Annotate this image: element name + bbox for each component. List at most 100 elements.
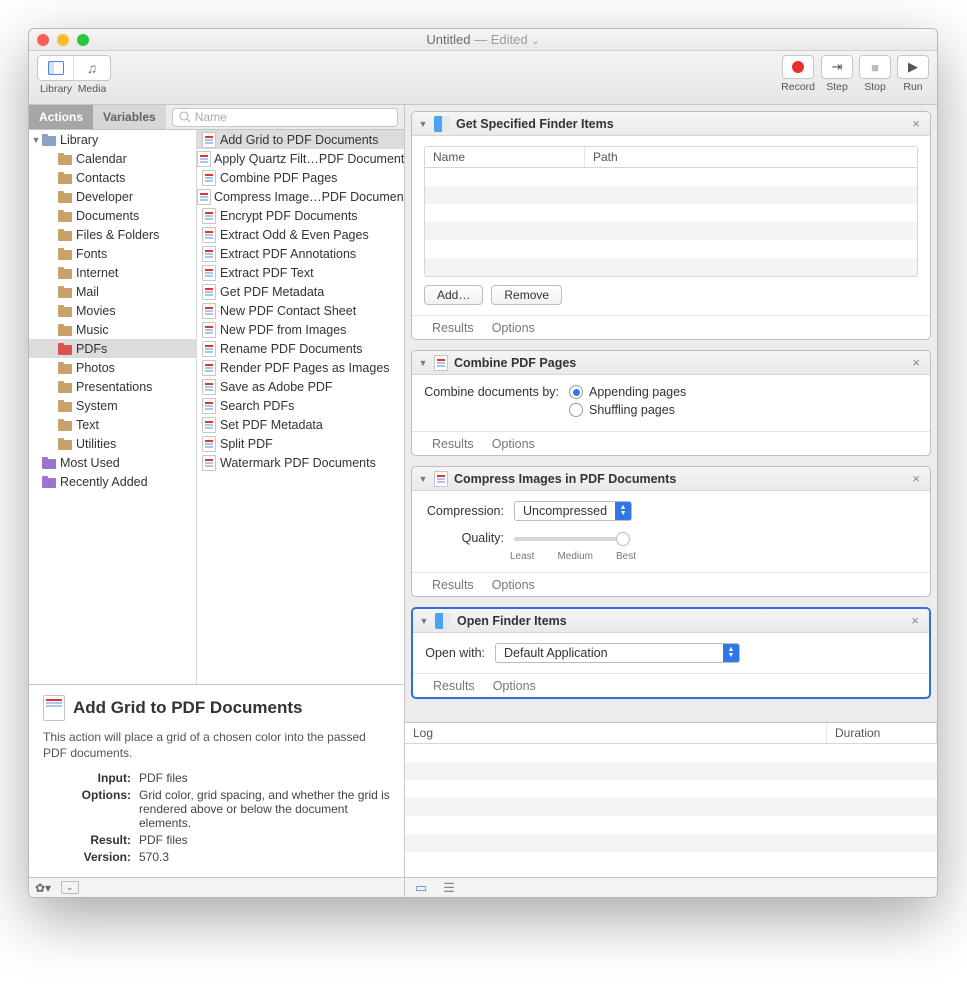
library-row[interactable]: Documents bbox=[29, 206, 196, 225]
action-list-row[interactable]: Split PDF bbox=[197, 434, 404, 453]
workflow-action-compress-images[interactable]: ▼ Compress Images in PDF Documents × Com… bbox=[411, 466, 931, 597]
add-button[interactable]: Add… bbox=[424, 285, 483, 305]
toggle-info-button[interactable]: ⌄ bbox=[61, 881, 79, 894]
stop-button[interactable]: ■ bbox=[859, 55, 891, 79]
action-list-row[interactable]: Apply Quartz Filt…PDF Documents bbox=[197, 149, 404, 168]
radio-shuffling[interactable] bbox=[569, 403, 583, 417]
log-col-duration[interactable]: Duration bbox=[827, 723, 937, 743]
library-toggle-button[interactable] bbox=[38, 56, 74, 80]
library-row[interactable]: PDFs bbox=[29, 339, 196, 358]
radio-appending[interactable] bbox=[569, 385, 583, 399]
quality-slider[interactable] bbox=[514, 537, 624, 541]
library-row[interactable]: Text bbox=[29, 415, 196, 434]
finder-items-table[interactable]: Name Path bbox=[424, 146, 918, 277]
library-row[interactable]: System bbox=[29, 396, 196, 415]
disclosure-icon[interactable]: ▼ bbox=[418, 358, 428, 368]
action-list-row[interactable]: Rename PDF Documents bbox=[197, 339, 404, 358]
library-category-list[interactable]: ▼LibraryCalendarContactsDeveloperDocumen… bbox=[29, 130, 197, 684]
record-button[interactable] bbox=[782, 55, 814, 79]
action-list-row[interactable]: Extract PDF Text bbox=[197, 263, 404, 282]
run-button[interactable]: ▶ bbox=[897, 55, 929, 79]
workflow-canvas[interactable]: ▼ Get Specified Finder Items × Name Path bbox=[405, 105, 937, 722]
action-list-row[interactable]: Save as Adobe PDF bbox=[197, 377, 404, 396]
library-row[interactable]: Presentations bbox=[29, 377, 196, 396]
library-row[interactable]: Calendar bbox=[29, 149, 196, 168]
action-list-row[interactable]: Get PDF Metadata bbox=[197, 282, 404, 301]
action-list-label: Extract Odd & Even Pages bbox=[220, 228, 369, 242]
action-list-row[interactable]: Combine PDF Pages bbox=[197, 168, 404, 187]
view-mode-single-icon[interactable]: ▭ bbox=[415, 880, 427, 896]
title-dropdown-icon[interactable]: ⌄ bbox=[531, 36, 539, 47]
library-row-label: PDFs bbox=[76, 342, 107, 356]
library-row[interactable]: Most Used bbox=[29, 453, 196, 472]
action-list-row[interactable]: Set PDF Metadata bbox=[197, 415, 404, 434]
results-link[interactable]: Results bbox=[432, 321, 474, 335]
options-link[interactable]: Options bbox=[493, 679, 536, 693]
library-row[interactable]: Mail bbox=[29, 282, 196, 301]
action-list-row[interactable]: Search PDFs bbox=[197, 396, 404, 415]
folder-icon bbox=[57, 246, 73, 262]
library-row[interactable]: Fonts bbox=[29, 244, 196, 263]
quality-label: Quality: bbox=[424, 531, 514, 545]
action-list-label: Watermark PDF Documents bbox=[220, 456, 376, 470]
action-list-row[interactable]: Add Grid to PDF Documents bbox=[197, 130, 404, 149]
library-row-label: Photos bbox=[76, 361, 115, 375]
col-name[interactable]: Name bbox=[425, 147, 585, 167]
workflow-action-get-finder-items[interactable]: ▼ Get Specified Finder Items × Name Path bbox=[411, 111, 931, 340]
workflow-action-combine-pdf[interactable]: ▼ Combine PDF Pages × Combine documents … bbox=[411, 350, 931, 456]
tab-actions[interactable]: Actions bbox=[29, 105, 93, 129]
library-row-label: Recently Added bbox=[60, 475, 148, 489]
options-link[interactable]: Options bbox=[492, 437, 535, 451]
info-value: Grid color, grid spacing, and whether th… bbox=[139, 788, 390, 830]
compression-select[interactable]: Uncompressed ▲▼ bbox=[514, 501, 632, 521]
action-list-row[interactable]: Extract PDF Annotations bbox=[197, 244, 404, 263]
pdf-icon bbox=[434, 471, 448, 487]
library-action-list[interactable]: Add Grid to PDF DocumentsApply Quartz Fi… bbox=[197, 130, 404, 684]
library-row-label: Fonts bbox=[76, 247, 107, 261]
results-link[interactable]: Results bbox=[432, 578, 474, 592]
action-list-row[interactable]: Watermark PDF Documents bbox=[197, 453, 404, 472]
options-link[interactable]: Options bbox=[492, 578, 535, 592]
disclosure-icon[interactable]: ▼ bbox=[418, 474, 428, 484]
results-link[interactable]: Results bbox=[432, 437, 474, 451]
library-row[interactable]: Music bbox=[29, 320, 196, 339]
step-button[interactable]: ⇥ bbox=[821, 55, 853, 79]
disclosure-icon[interactable]: ▼ bbox=[418, 119, 428, 129]
library-row[interactable]: Internet bbox=[29, 263, 196, 282]
media-toggle-button[interactable]: ♫ bbox=[74, 56, 110, 80]
log-col-log[interactable]: Log bbox=[405, 723, 827, 743]
action-list-row[interactable]: New PDF from Images bbox=[197, 320, 404, 339]
library-row[interactable]: Files & Folders bbox=[29, 225, 196, 244]
library-row[interactable]: Developer bbox=[29, 187, 196, 206]
view-mode-list-icon[interactable]: ☰ bbox=[443, 880, 455, 896]
action-list-row[interactable]: New PDF Contact Sheet bbox=[197, 301, 404, 320]
library-row[interactable]: Photos bbox=[29, 358, 196, 377]
tab-variables[interactable]: Variables bbox=[93, 105, 166, 129]
library-row[interactable]: Utilities bbox=[29, 434, 196, 453]
options-link[interactable]: Options bbox=[492, 321, 535, 335]
close-icon[interactable]: × bbox=[908, 116, 924, 131]
action-list-row[interactable]: Encrypt PDF Documents bbox=[197, 206, 404, 225]
remove-button[interactable]: Remove bbox=[491, 285, 562, 305]
action-title: Compress Images in PDF Documents bbox=[454, 472, 676, 486]
library-row[interactable]: Contacts bbox=[29, 168, 196, 187]
action-list-row[interactable]: Compress Image…PDF Documents bbox=[197, 187, 404, 206]
disclosure-icon[interactable]: ▼ bbox=[419, 616, 429, 626]
results-link[interactable]: Results bbox=[433, 679, 475, 693]
close-icon[interactable]: × bbox=[908, 471, 924, 486]
library-row[interactable]: Movies bbox=[29, 301, 196, 320]
close-icon[interactable]: × bbox=[908, 355, 924, 370]
folder-icon bbox=[57, 189, 73, 205]
log-table[interactable] bbox=[405, 744, 937, 877]
folder-icon bbox=[57, 436, 73, 452]
col-path[interactable]: Path bbox=[585, 147, 917, 167]
gear-menu-button[interactable]: ✿▾ bbox=[35, 881, 51, 895]
action-list-row[interactable]: Render PDF Pages as Images bbox=[197, 358, 404, 377]
open-with-select[interactable]: Default Application ▲▼ bbox=[495, 643, 740, 663]
library-row[interactable]: Recently Added bbox=[29, 472, 196, 491]
close-icon[interactable]: × bbox=[907, 613, 923, 628]
workflow-action-open-finder-items[interactable]: ▼ Open Finder Items × Open with: Default… bbox=[411, 607, 931, 699]
action-list-row[interactable]: Extract Odd & Even Pages bbox=[197, 225, 404, 244]
search-input[interactable]: Name bbox=[172, 108, 398, 127]
library-row[interactable]: ▼Library bbox=[29, 130, 196, 149]
